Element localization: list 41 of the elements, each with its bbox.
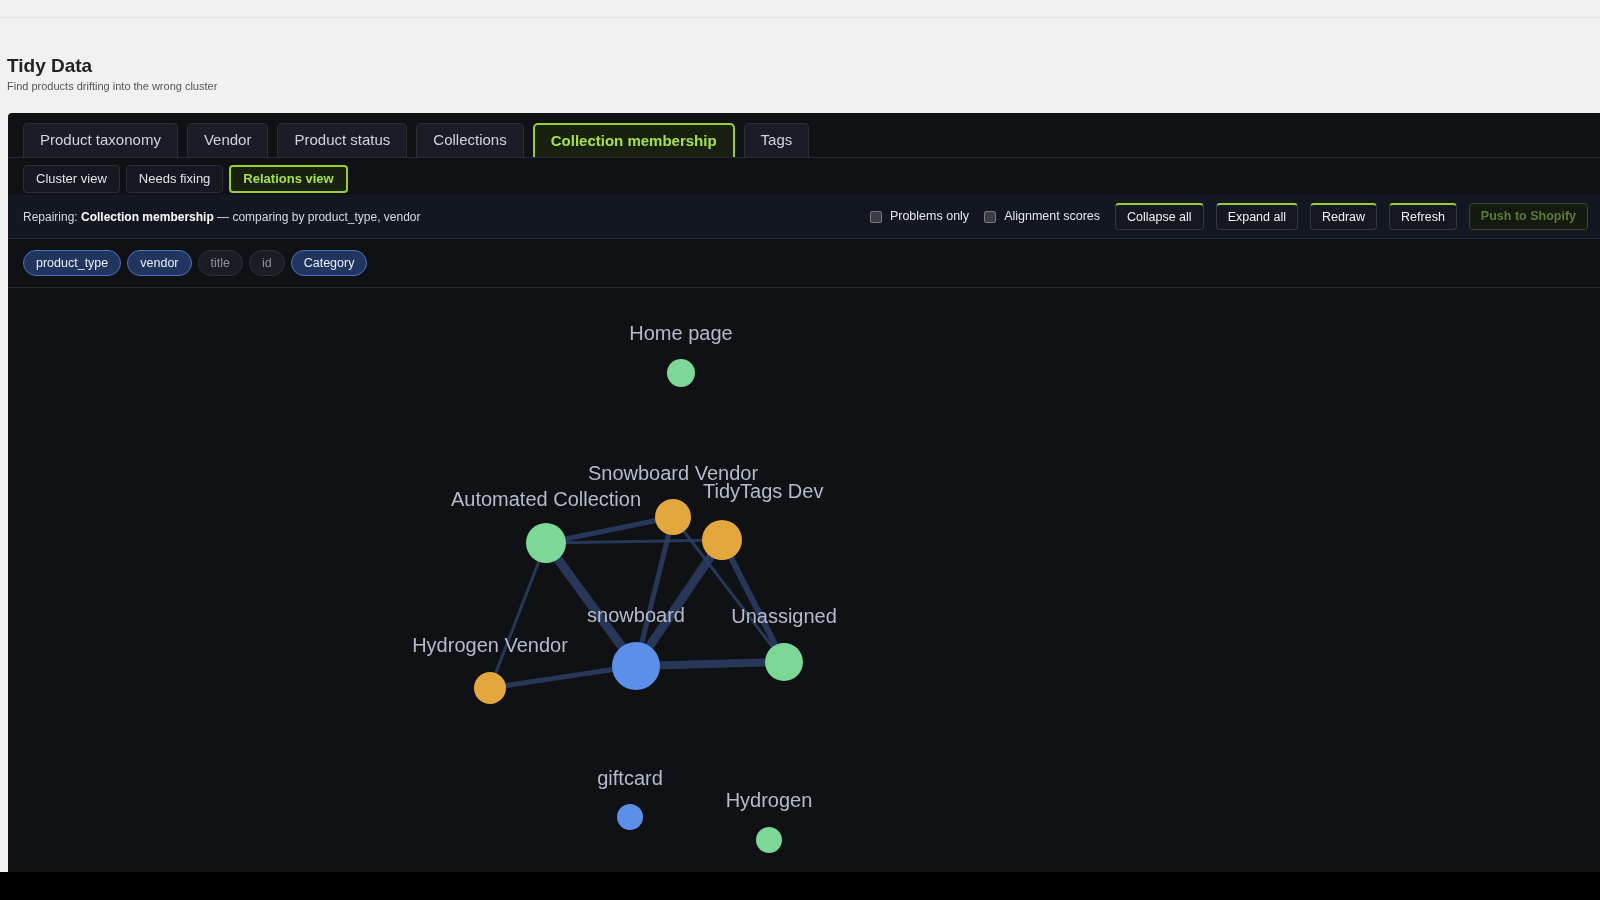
checkbox-label: Problems only (889, 208, 970, 226)
view-tab[interactable]: Cluster view (23, 165, 120, 193)
field-chip[interactable]: Category (290, 250, 368, 276)
tab[interactable]: Collection membership (532, 123, 735, 157)
toolbar-button[interactable]: Refresh (1389, 203, 1457, 230)
tab[interactable]: Tags (743, 123, 810, 157)
graph-node[interactable] (655, 499, 691, 535)
node-label: Automated Collection (450, 488, 642, 510)
page-subtitle: Find products drifting into the wrong cluster (7, 79, 219, 93)
view-tab[interactable]: Needs fixing (125, 165, 224, 193)
node-label: Home page (629, 322, 733, 344)
graph-node[interactable] (617, 804, 643, 830)
node-label: Hydrogen (725, 789, 813, 811)
view-tab[interactable]: Relations view (229, 165, 348, 193)
field-chip[interactable]: vendor (127, 250, 192, 276)
node-label: Hydrogen Vendor (412, 634, 568, 656)
graph-node[interactable] (474, 672, 506, 704)
tab[interactable]: Collections (416, 123, 524, 157)
tab[interactable]: Vendor (186, 123, 269, 157)
graph-node[interactable] (702, 520, 742, 560)
toolbar-button[interactable]: Expand all (1215, 203, 1298, 230)
tab[interactable]: Product taxonomy (23, 123, 178, 157)
page-title: Tidy Data (7, 54, 94, 78)
node-label: snowboard (587, 604, 685, 626)
node-label: Unassigned (731, 605, 837, 627)
field-chip[interactable]: title (197, 250, 243, 276)
toolbar-button[interactable]: Collapse all (1115, 203, 1204, 230)
graph-node[interactable] (612, 642, 660, 690)
field-chip[interactable]: product_type (23, 250, 122, 276)
graph-node[interactable] (756, 827, 782, 853)
checkbox[interactable] (869, 210, 882, 223)
node-label: giftcard (597, 767, 663, 789)
checkbox[interactable] (984, 210, 997, 223)
field-chip[interactable]: id (248, 250, 285, 276)
graph-node[interactable] (667, 359, 695, 387)
toolbar-button[interactable]: Redraw (1310, 203, 1378, 230)
graph-node[interactable] (526, 523, 566, 563)
repair-status: Repairing: Collection membership — comparing by product_type, vendor (23, 208, 421, 226)
graph-node[interactable] (765, 643, 803, 681)
tab[interactable]: Product status (277, 123, 408, 157)
checkbox-label: Alignment scores (1004, 208, 1100, 226)
